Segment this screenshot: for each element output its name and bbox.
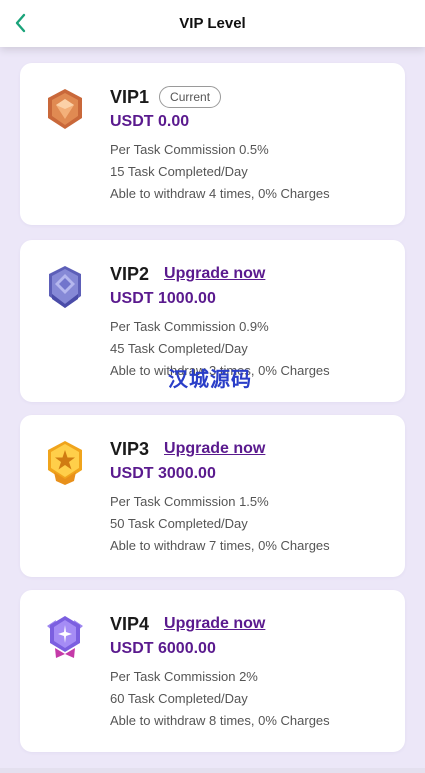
vip-card-1: VIP1 Current USDT 0.00 Per Task Commissi… <box>20 63 405 225</box>
daily-tasks: 45 Task Completed/Day <box>110 341 248 356</box>
vip-level-name: VIP3 <box>110 438 150 459</box>
task-commission: Per Task Commission 1.5% <box>110 494 269 509</box>
upgrade-now-link[interactable]: Upgrade now <box>164 440 265 458</box>
vip-price: USDT 6000.00 <box>110 640 216 657</box>
vip-card-4: VIP4 Upgrade now USDT 6000.00 Per Task C… <box>20 590 405 752</box>
task-commission: Per Task Commission 0.5% <box>110 142 269 157</box>
vip-card-3: VIP3 Upgrade now USDT 3000.00 Per Task C… <box>20 415 405 577</box>
daily-tasks: 50 Task Completed/Day <box>110 516 248 531</box>
app-header: VIP Level <box>0 0 425 47</box>
daily-tasks: 60 Task Completed/Day <box>110 691 248 706</box>
watermark-text: 汉城源码 <box>168 367 252 391</box>
purple-crystal-badge-icon <box>47 616 83 658</box>
withdraw-info: Able to withdraw 7 times, 0% Charges <box>110 538 330 553</box>
daily-tasks: 15 Task Completed/Day <box>110 164 248 179</box>
page-title: VIP Level <box>179 15 246 32</box>
withdraw-info: Able to withdraw 8 times, 0% Charges <box>110 713 330 728</box>
bottom-edge <box>0 768 425 773</box>
silver-shield-badge-icon <box>49 266 81 308</box>
vip-level-name: VIP2 <box>110 263 150 284</box>
task-commission: Per Task Commission 2% <box>110 669 258 684</box>
current-level-badge: Current <box>159 86 222 108</box>
bronze-shield-badge-icon <box>48 89 82 129</box>
vip-price: USDT 0.00 <box>110 113 190 130</box>
upgrade-now-link[interactable]: Upgrade now <box>164 615 265 633</box>
upgrade-now-link[interactable]: Upgrade now <box>164 265 265 283</box>
task-commission: Per Task Commission 0.9% <box>110 319 269 334</box>
vip-price: USDT 3000.00 <box>110 465 216 482</box>
withdraw-info: Able to withdraw 4 times, 0% Charges <box>110 186 330 201</box>
vip-price: USDT 1000.00 <box>110 290 216 307</box>
vip-level-name: VIP1 <box>110 86 150 107</box>
gold-star-badge-icon <box>48 441 82 485</box>
vip-level-name: VIP4 <box>110 613 150 634</box>
